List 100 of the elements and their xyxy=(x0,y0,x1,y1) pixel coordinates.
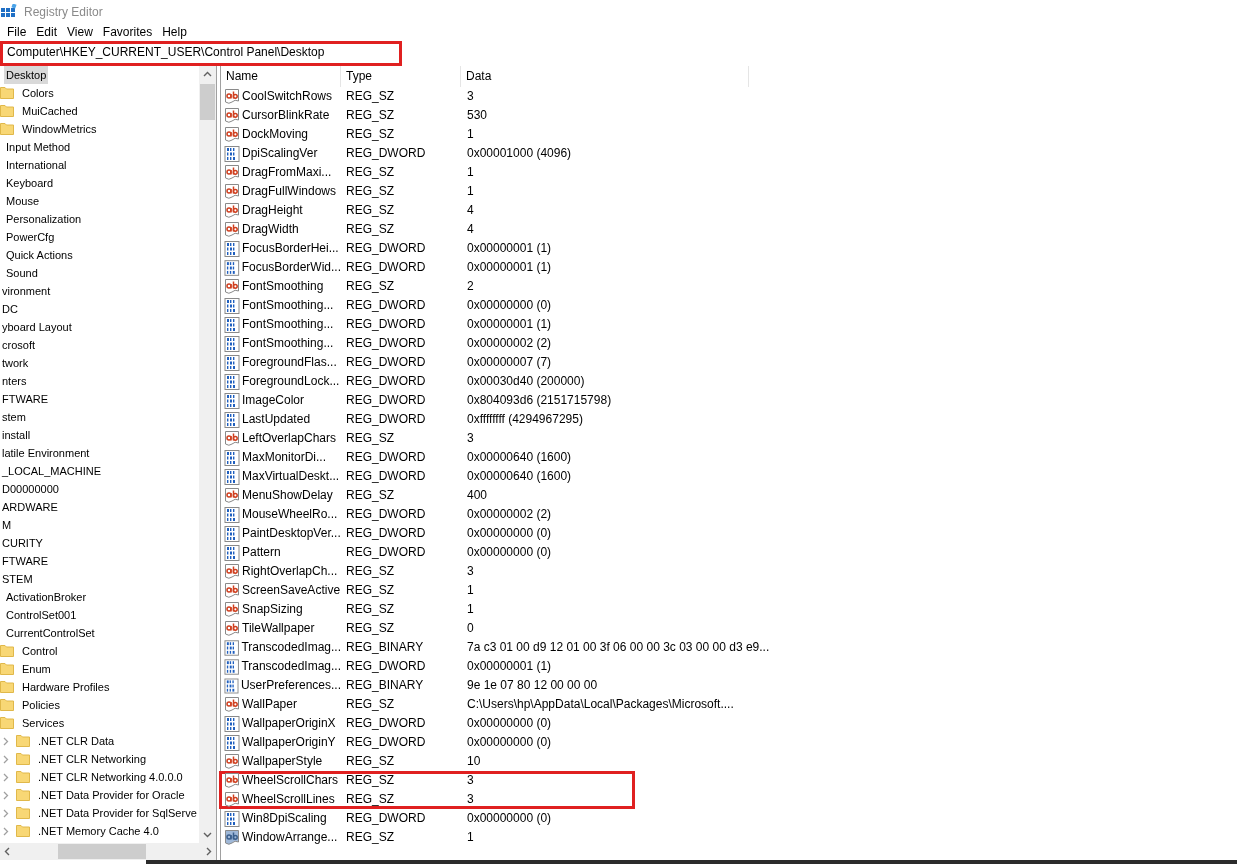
table-row[interactable]: WallpaperStyle REG_SZ 10 xyxy=(221,752,1237,771)
table-row[interactable]: MouseWheelRo... REG_DWORD 0x00000002 (2) xyxy=(221,505,1237,524)
table-row[interactable]: Pattern REG_DWORD 0x00000000 (0) xyxy=(221,543,1237,562)
table-row[interactable]: WindowArrange... REG_SZ 1 xyxy=(221,828,1237,847)
value-name[interactable]: WallpaperOriginY xyxy=(242,733,336,752)
tree-item[interactable]: ActivationBroker xyxy=(4,588,89,606)
value-name[interactable]: ScreenSaveActive xyxy=(242,581,341,600)
tree-item[interactable]: twork xyxy=(0,354,31,372)
table-row[interactable]: ImageColor REG_DWORD 0x804093d6 (2151715798) xyxy=(221,391,1237,410)
table-row[interactable]: RightOverlapCh... REG_SZ 3 xyxy=(221,562,1237,581)
value-name[interactable]: WallpaperStyle xyxy=(242,752,323,771)
tree-item[interactable]: ARDWARE xyxy=(0,498,60,516)
tree-item[interactable]: .NET CLR Networking xyxy=(36,750,148,768)
table-row[interactable]: TileWallpaper REG_SZ 0 xyxy=(221,619,1237,638)
tree-item[interactable]: install xyxy=(0,426,33,444)
tree-item[interactable]: Policies xyxy=(20,696,62,714)
vertical-scrollbar[interactable] xyxy=(199,66,216,843)
table-row[interactable]: FontSmoothing... REG_DWORD 0x00000001 (1) xyxy=(221,315,1237,334)
value-name[interactable]: MaxVirtualDeskt... xyxy=(242,467,340,486)
table-row[interactable]: MaxMonitorDi... REG_DWORD 0x00000640 (1600) xyxy=(221,448,1237,467)
value-name[interactable]: FontSmoothing xyxy=(242,277,324,296)
table-row[interactable]: CursorBlinkRate REG_SZ 530 xyxy=(221,106,1237,125)
menu-item[interactable]: View xyxy=(62,25,98,39)
tree-item[interactable]: Enum xyxy=(20,660,53,678)
value-name[interactable]: CursorBlinkRate xyxy=(242,106,330,125)
table-row[interactable]: WallpaperOriginX REG_DWORD 0x00000000 (0) xyxy=(221,714,1237,733)
table-row[interactable]: FontSmoothing REG_SZ 2 xyxy=(221,277,1237,296)
value-name[interactable]: DragFromMaxi... xyxy=(242,163,332,182)
tree-item[interactable]: D00000000 xyxy=(0,480,61,498)
value-name[interactable]: MouseWheelRo... xyxy=(242,505,338,524)
table-row[interactable]: ScreenSaveActive REG_SZ 1 xyxy=(221,581,1237,600)
tree-item[interactable]: Colors xyxy=(20,84,56,102)
table-row[interactable]: TranscodedImag... REG_BINARY 7a c3 01 00 d9 12 01 00 3f 06 00 00 3c 03 00 00 d3 e9... xyxy=(221,638,1237,657)
tree-item[interactable]: MuiCached xyxy=(20,102,80,120)
tree-item[interactable]: Desktop xyxy=(4,66,49,84)
column-header[interactable]: Type xyxy=(341,66,461,87)
scroll-thumb[interactable] xyxy=(200,84,215,120)
value-name[interactable]: FocusBorderHei... xyxy=(242,239,339,258)
value-name[interactable]: CoolSwitchRows xyxy=(242,87,333,106)
value-name[interactable]: FocusBorderWid... xyxy=(241,258,341,277)
value-name[interactable]: PaintDesktopVer... xyxy=(242,524,341,543)
menu-item[interactable]: Help xyxy=(157,25,192,39)
tree-item[interactable]: vironment xyxy=(0,282,53,300)
value-name[interactable]: DragFullWindows xyxy=(242,182,337,201)
value-name[interactable]: ForegroundLock... xyxy=(242,372,340,391)
value-name[interactable]: Win8DpiScaling xyxy=(242,809,327,828)
tree-item[interactable]: International xyxy=(4,156,69,174)
tree-item[interactable]: STEM xyxy=(0,570,35,588)
tree-item[interactable]: WindowMetrics xyxy=(20,120,99,138)
tree-item[interactable]: .NET Data Provider for Oracle xyxy=(36,786,187,804)
tree-item[interactable]: .NET CLR Networking 4.0.0.0 xyxy=(36,768,185,786)
table-row[interactable]: LastUpdated REG_DWORD 0xffffffff (4294967295) xyxy=(221,410,1237,429)
chevron-icon[interactable] xyxy=(2,735,10,747)
table-row[interactable]: TranscodedImag... REG_DWORD 0x00000001 (1) xyxy=(221,657,1237,676)
table-row[interactable]: LeftOverlapChars REG_SZ 3 xyxy=(221,429,1237,448)
tree-item[interactable]: CurrentControlSet xyxy=(4,624,97,642)
value-name[interactable]: WindowArrange... xyxy=(242,828,338,847)
value-name[interactable]: UserPreferences... xyxy=(240,676,341,695)
tree-item[interactable]: latile Environment xyxy=(0,444,92,462)
tree-item[interactable]: Services xyxy=(20,714,67,732)
table-row[interactable]: UserPreferences... REG_BINARY 9e 1e 07 80 12 00 00 00 xyxy=(221,676,1237,695)
table-row[interactable]: CoolSwitchRows REG_SZ 3 xyxy=(221,87,1237,106)
value-name[interactable]: TranscodedImag... xyxy=(241,657,341,676)
tree-item[interactable]: yboard Layout xyxy=(0,318,74,336)
tree-item[interactable]: Mouse xyxy=(4,192,42,210)
tree-item[interactable]: FTWARE xyxy=(0,552,51,570)
value-name[interactable]: MaxMonitorDi... xyxy=(242,448,327,467)
value-name[interactable]: DockMoving xyxy=(242,125,309,144)
tree-item[interactable]: .NET Memory Cache 4.0 xyxy=(36,822,161,840)
table-row[interactable]: SnapSizing REG_SZ 1 xyxy=(221,600,1237,619)
tree-item[interactable]: .NET CLR Data xyxy=(36,732,117,750)
table-row[interactable]: FontSmoothing... REG_DWORD 0x00000002 (2) xyxy=(221,334,1237,353)
tree-item[interactable]: Keyboard xyxy=(4,174,56,192)
table-row[interactable]: WallPaper REG_SZ C:\Users\hp\AppData\Local\Packages\Microsoft.... xyxy=(221,695,1237,714)
table-row[interactable]: ForegroundFlas... REG_DWORD 0x00000007 (7) xyxy=(221,353,1237,372)
tree-item[interactable]: nters xyxy=(0,372,29,390)
table-row[interactable]: DockMoving REG_SZ 1 xyxy=(221,125,1237,144)
menu-item[interactable]: File xyxy=(2,25,32,39)
table-row[interactable]: DragFullWindows REG_SZ 1 xyxy=(221,182,1237,201)
chevron-icon[interactable] xyxy=(2,789,10,801)
value-name[interactable]: LeftOverlapChars xyxy=(242,429,337,448)
tree-item[interactable]: Quick Actions xyxy=(4,246,75,264)
tree-item[interactable]: Input Method xyxy=(4,138,73,156)
value-name[interactable]: WallPaper xyxy=(242,695,297,714)
table-row[interactable]: FocusBorderHei... REG_DWORD 0x00000001 (1) xyxy=(221,239,1237,258)
table-row[interactable]: Win8DpiScaling REG_DWORD 0x00000000 (0) xyxy=(221,809,1237,828)
address-bar[interactable]: Computer\HKEY_CURRENT_USER\Control Panel\Desktop xyxy=(0,41,402,66)
tree-item[interactable]: Control xyxy=(20,642,60,660)
table-row[interactable]: ForegroundLock... REG_DWORD 0x00030d40 (200000) xyxy=(221,372,1237,391)
value-name[interactable]: FontSmoothing... xyxy=(242,296,334,315)
value-name[interactable]: WheelScrollLines xyxy=(242,790,335,809)
value-name[interactable]: DragHeight xyxy=(242,201,303,220)
menu-item[interactable]: Edit xyxy=(31,25,63,39)
value-name[interactable]: ForegroundFlas... xyxy=(242,353,337,372)
tree-item[interactable]: FTWARE xyxy=(0,390,51,408)
tree-item[interactable]: _LOCAL_MACHINE xyxy=(0,462,104,480)
table-row[interactable]: WallpaperOriginY REG_DWORD 0x00000000 (0) xyxy=(221,733,1237,752)
value-name[interactable]: MenuShowDelay xyxy=(242,486,333,505)
tree-item[interactable]: ControlSet001 xyxy=(4,606,79,624)
value-name[interactable]: FontSmoothing... xyxy=(242,315,334,334)
